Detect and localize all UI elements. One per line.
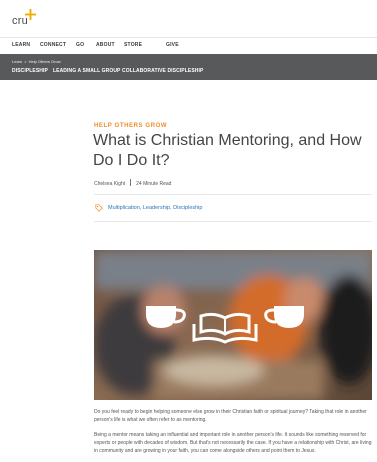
nav-give[interactable]: GIVE (166, 42, 179, 48)
subnav-leading-small-group[interactable]: LEADING A SMALL GROUP (53, 68, 120, 74)
breadcrumb-learn[interactable]: Learn (12, 59, 22, 64)
nav-connect[interactable]: CONNECT (40, 42, 66, 48)
subnav-discipleship[interactable]: DISCIPLESHIP (12, 68, 48, 74)
breadcrumb: Learn > Help Others Grow (12, 59, 61, 64)
hero-image (94, 250, 372, 400)
article-paragraph: Being a mentor means taking an influenti… (94, 432, 372, 454)
article-paragraph: Do you feel ready to begin helping someo… (94, 409, 367, 423)
read-time: 24 Minute Read (136, 181, 172, 187)
nav-about[interactable]: ABOUT (96, 42, 115, 48)
byline-divider (130, 179, 132, 186)
nav-go[interactable]: GO (76, 42, 84, 48)
article-tags[interactable]: Multiplication, Leadership, Discipleship (108, 205, 202, 211)
breadcrumb-current[interactable]: Help Others Grow (29, 59, 61, 64)
nav-learn[interactable]: LEARN (12, 42, 30, 48)
tag-row: Multiplication, Leadership, Discipleship (94, 194, 372, 222)
article-category[interactable]: HELP OTHERS GROW (94, 123, 167, 129)
author-name[interactable]: Chelsea Kight (94, 181, 125, 187)
subnav-collaborative-discipleship[interactable]: COLLABORATIVE DISCIPLESHIP (122, 68, 203, 74)
tag-icon (95, 204, 103, 212)
breadcrumb-separator: > (24, 59, 27, 64)
site-header: cru (0, 0, 377, 38)
article-title: What is Christian Mentoring, and How Do … (93, 132, 362, 169)
hero-illustration (94, 250, 372, 400)
section-subnav: Learn > Help Others Grow DISCIPLESHIP LEAD… (0, 54, 377, 80)
article-byline: Chelsea Kight 24 Minute Read (94, 179, 171, 187)
logo-spark-icon (25, 9, 36, 20)
nav-store[interactable]: STORE (124, 42, 142, 48)
